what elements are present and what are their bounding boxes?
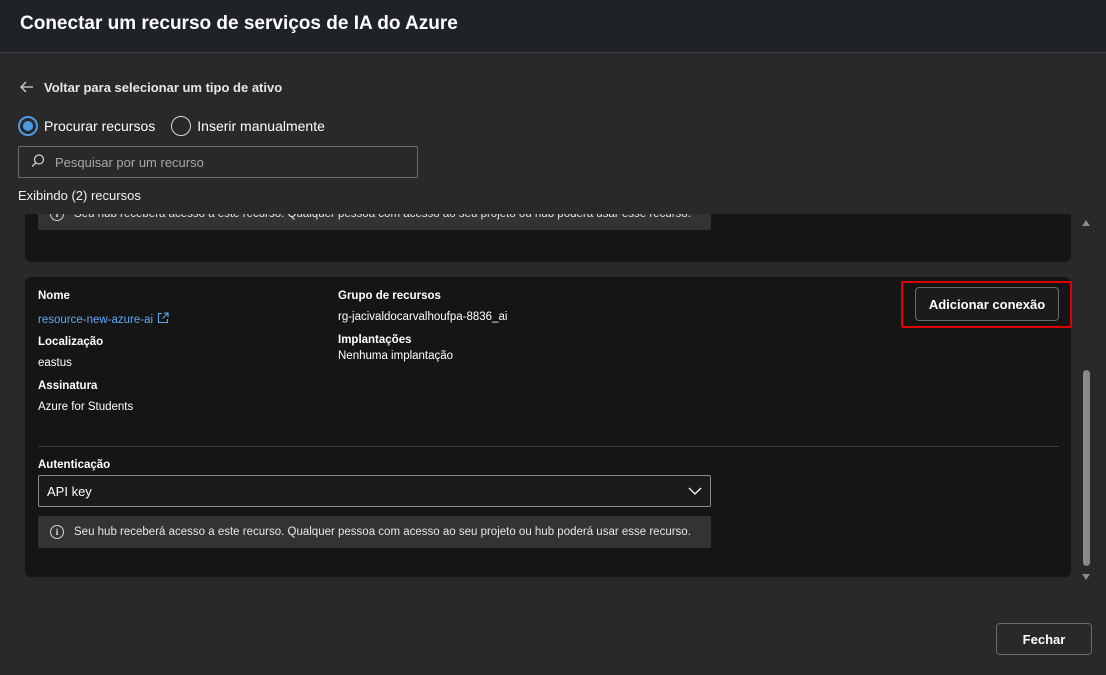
resource-mode-radio-group: Procurar recursos Inserir manualmente — [18, 115, 341, 136]
back-link[interactable]: Voltar para selecionar um tipo de ativo — [20, 77, 282, 97]
deployments-value: Nenhuma implantação — [338, 350, 454, 362]
authentication-label: Autenticação — [38, 459, 111, 471]
external-link-icon — [157, 312, 169, 327]
search-icon — [31, 153, 45, 172]
scroll-up-arrow-icon[interactable] — [1082, 220, 1090, 226]
info-message: Seu hub receberá acesso a este recurso. … — [74, 526, 691, 538]
close-button[interactable]: Fechar — [996, 623, 1092, 655]
resource-name-link[interactable]: resource-new-azure-ai — [38, 312, 169, 327]
location-label: Localização — [38, 336, 104, 348]
info-icon: i — [50, 525, 64, 539]
resource-card-previous: i Seu hub receberá acesso a este recurso… — [25, 214, 1071, 262]
showing-count: Exibindo (2) recursos — [18, 188, 141, 203]
radio-browse-label: Procurar recursos — [44, 117, 156, 134]
info-bar-previous: i Seu hub receberá acesso a este recurso… — [38, 214, 711, 230]
info-bar: i Seu hub receberá acesso a este recurso… — [38, 516, 711, 548]
resource-list: i Seu hub receberá acesso a este recurso… — [18, 214, 1078, 588]
info-icon: i — [50, 214, 64, 221]
deployments-label: Implantações — [338, 334, 412, 346]
scroll-down-arrow-icon[interactable] — [1082, 574, 1090, 580]
scroll-thumb[interactable] — [1083, 370, 1090, 566]
resource-group-value: rg-jacivaldocarvalhoufpa-8836_ai — [338, 311, 508, 323]
subscription-label: Assinatura — [38, 380, 98, 392]
location-value: eastus — [38, 357, 72, 369]
radio-button-unchecked[interactable] — [171, 115, 192, 136]
name-label: Nome — [38, 290, 70, 302]
radio-manual-entry[interactable]: Inserir manualmente — [171, 115, 325, 136]
dialog-header: Conectar um recurso de serviços de IA do… — [0, 0, 1106, 53]
radio-button-checked[interactable] — [18, 115, 38, 136]
back-link-label: Voltar para selecionar um tipo de ativo — [44, 79, 283, 95]
radio-browse-resources[interactable]: Procurar recursos — [18, 115, 156, 136]
radio-manual-label: Inserir manualmente — [197, 117, 325, 134]
authentication-select[interactable]: API key — [38, 475, 711, 507]
resource-name-text: resource-new-azure-ai — [38, 313, 154, 326]
info-message: Seu hub receberá acesso a este recurso. … — [74, 214, 691, 220]
dialog-title: Conectar um recurso de serviços de IA do… — [20, 13, 458, 34]
search-box[interactable] — [18, 146, 418, 178]
resource-group-label: Grupo de recursos — [338, 290, 441, 302]
search-input[interactable] — [55, 154, 395, 170]
divider — [38, 446, 1059, 447]
arrow-left-icon — [20, 81, 34, 93]
scrollbar[interactable] — [1080, 214, 1094, 588]
authentication-value: API key — [47, 483, 92, 499]
resource-card: Nome resource-new-azure-ai Localização e… — [25, 277, 1072, 577]
add-connection-button[interactable]: Adicionar conexão — [915, 287, 1059, 321]
subscription-value: Azure for Students — [38, 401, 134, 413]
